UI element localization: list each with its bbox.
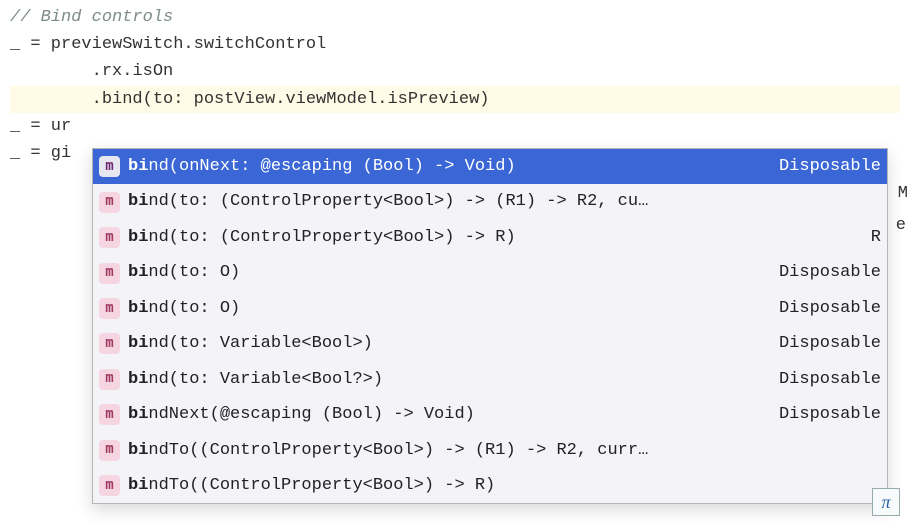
autocomplete-item-5[interactable]: m bind(to: Variable<Bool>)Disposable (93, 326, 887, 361)
autocomplete-signature: bind(to: (ControlProperty<Bool>) -> (R1)… (128, 186, 881, 217)
code-line-comment: // Bind controls (10, 4, 900, 31)
autocomplete-signature: bindTo((ControlProperty<Bool>) -> (R1) -… (128, 435, 881, 466)
autocomplete-item-3[interactable]: m bind(to: O)Disposable (93, 255, 887, 290)
autocomplete-return-type: Disposable (767, 399, 881, 430)
autocomplete-item-2[interactable]: m bind(to: (ControlProperty<Bool>) -> R)R (93, 220, 887, 255)
autocomplete-item-8[interactable]: m bindTo((ControlProperty<Bool>) -> (R1) … (93, 433, 887, 468)
autocomplete-return-type: Disposable (767, 293, 881, 324)
code-line-4-active: .bind(to: postView.viewModel.isPreview) (10, 86, 900, 113)
method-badge-icon: m (99, 475, 120, 496)
autocomplete-return-type: Disposable (767, 328, 881, 359)
autocomplete-signature: bind(onNext: @escaping (Bool) -> Void) (128, 151, 767, 182)
method-badge-icon: m (99, 263, 120, 284)
method-badge-icon: m (99, 369, 120, 390)
autocomplete-signature: bindNext(@escaping (Bool) -> Void) (128, 399, 767, 430)
autocomplete-item-6[interactable]: m bind(to: Variable<Bool?>)Disposable (93, 362, 887, 397)
pi-icon[interactable]: π (872, 488, 900, 516)
method-badge-icon: m (99, 440, 120, 461)
code-line-5: _ = ur (10, 113, 900, 140)
autocomplete-item-1[interactable]: m bind(to: (ControlProperty<Bool>) -> (R1… (93, 184, 887, 219)
autocomplete-popup[interactable]: mbind(onNext: @escaping (Bool) -> Void)D… (92, 148, 888, 504)
autocomplete-signature: bindTo((ControlProperty<Bool>) -> R) (128, 470, 881, 501)
code-editor[interactable]: // Bind controls _ = previewSwitch.switc… (0, 0, 910, 171)
autocomplete-signature: bind(to: Variable<Bool?>) (128, 364, 767, 395)
autocomplete-item-4[interactable]: m bind(to: O)Disposable (93, 291, 887, 326)
autocomplete-signature: bind(to: (ControlProperty<Bool>) -> R) (128, 222, 859, 253)
autocomplete-item-0[interactable]: m bind(onNext: @escaping (Bool) -> Void)D… (93, 149, 887, 184)
autocomplete-item-9[interactable]: m bindTo((ControlProperty<Bool>) -> R) (93, 468, 887, 503)
method-badge-icon: m (99, 156, 120, 177)
method-badge-icon: m (99, 298, 120, 319)
method-badge-icon: m (99, 227, 120, 248)
autocomplete-return-type: Disposable (767, 364, 881, 395)
method-badge-icon: m (99, 192, 120, 213)
autocomplete-return-type: R (859, 222, 881, 253)
code-line-3: .rx.isOn (10, 58, 900, 85)
autocomplete-return-type: Disposable (767, 151, 881, 182)
autocomplete-item-7[interactable]: m bindNext(@escaping (Bool) -> Void)Dispo… (93, 397, 887, 432)
clipped-char-line5: M (898, 180, 908, 207)
code-line-2: _ = previewSwitch.switchControl (10, 31, 900, 58)
method-badge-icon: m (99, 404, 120, 425)
autocomplete-signature: bind(to: O) (128, 293, 767, 324)
autocomplete-signature: bind(to: O) (128, 257, 767, 288)
autocomplete-signature: bind(to: Variable<Bool>) (128, 328, 767, 359)
method-badge-icon: m (99, 333, 120, 354)
clipped-char-line6: e (896, 212, 906, 239)
autocomplete-return-type: Disposable (767, 257, 881, 288)
